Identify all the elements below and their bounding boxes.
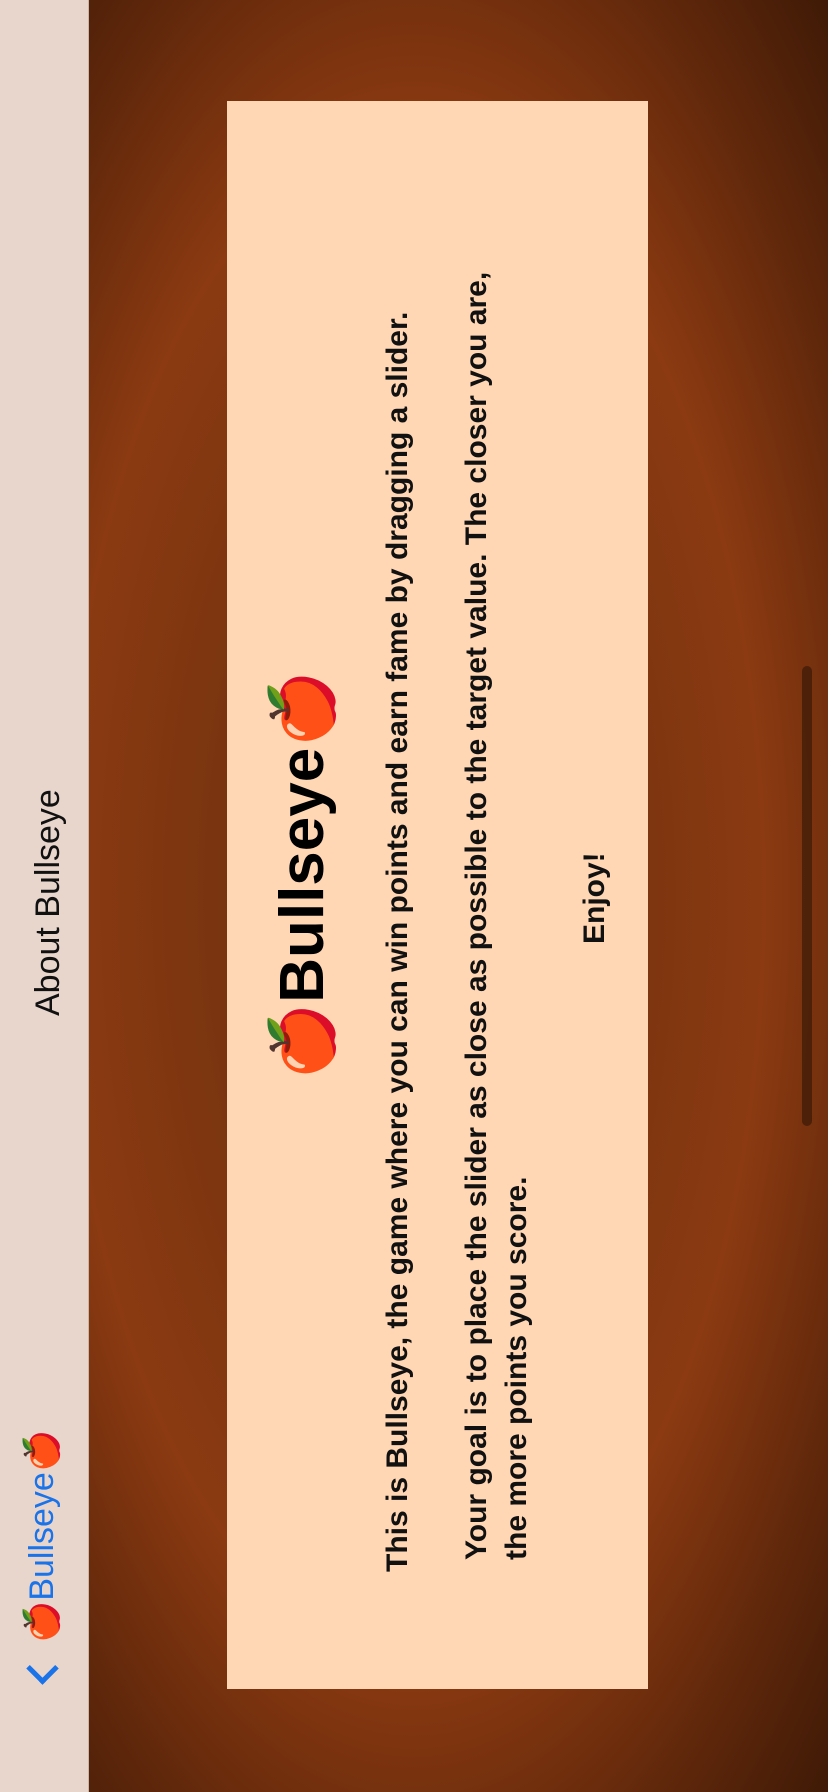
goal-paragraph: Your goal is to place the slider as clos… xyxy=(460,271,533,1560)
back-button[interactable]: 🍎Bullseye🍎 xyxy=(20,1430,64,1690)
navigation-bar: About Bullseye 🍎Bullseye🍎 xyxy=(0,0,89,1792)
back-button-label[interactable]: 🍎Bullseye🍎 xyxy=(20,1430,64,1643)
home-indicator[interactable] xyxy=(802,666,812,1126)
chevron-left-icon[interactable] xyxy=(25,1652,59,1685)
closing-text: Enjoy! xyxy=(578,852,611,944)
nav-title: About Bullseye xyxy=(29,789,67,1016)
screen: About Bullseye 🍎Bullseye🍎 🍎Bullseye🍎 Thi… xyxy=(0,0,828,1792)
page-heading: 🍎Bullseye🍎 xyxy=(268,670,337,1080)
intro-paragraph: This is Bullseye, the game where you can… xyxy=(381,311,414,1572)
